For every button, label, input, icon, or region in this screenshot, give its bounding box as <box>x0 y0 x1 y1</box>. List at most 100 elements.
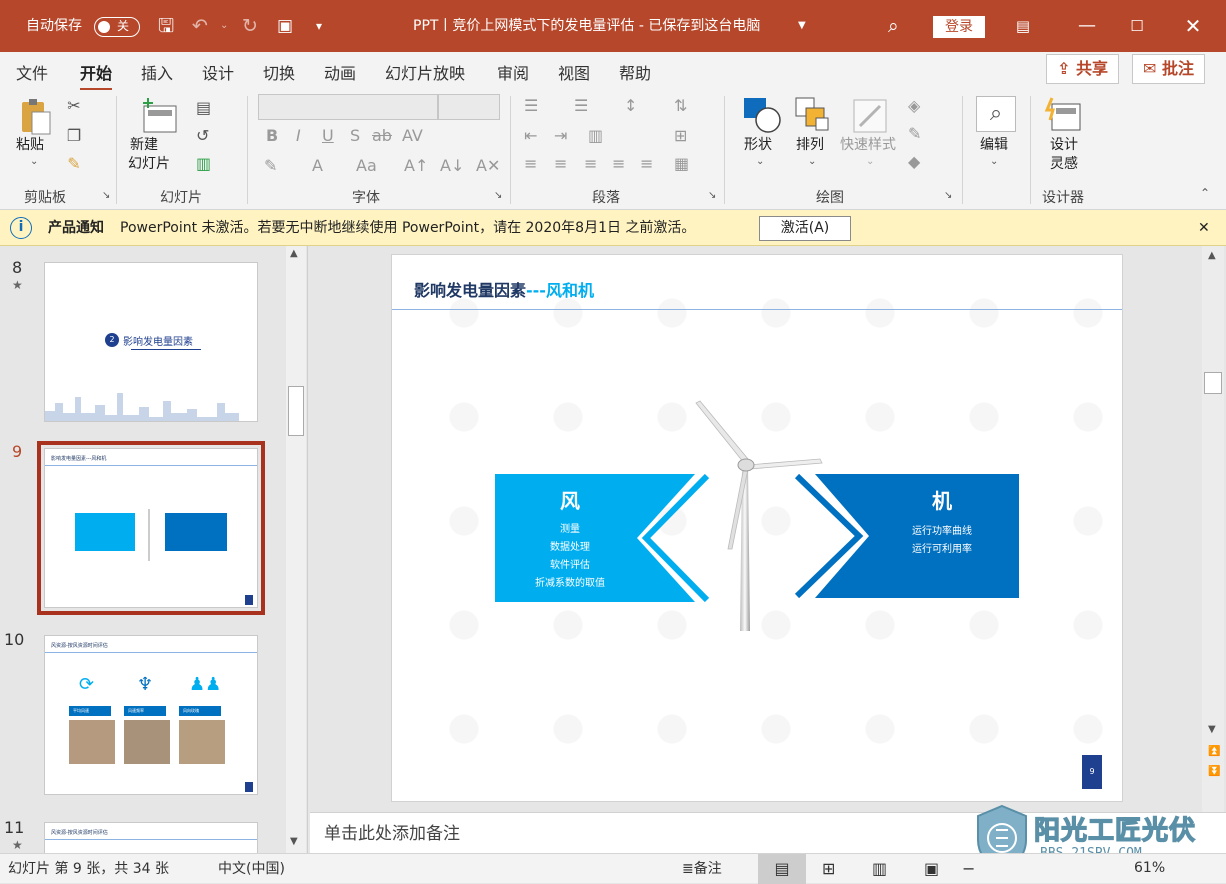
edit-label[interactable]: 编辑 <box>980 136 1008 155</box>
justify-icon[interactable]: ≡ <box>612 154 625 173</box>
design-ideas-label-1[interactable]: 设计 <box>1050 136 1078 155</box>
paste-icon[interactable] <box>18 98 54 138</box>
scrollbar-thumb[interactable] <box>1204 372 1222 394</box>
font-grow-icon[interactable]: A↑ <box>404 156 428 175</box>
scroll-up-icon[interactable]: ▲ <box>290 248 298 259</box>
search-icon[interactable]: ⌕ <box>888 0 899 52</box>
numbering-icon[interactable]: ☰ <box>574 96 588 115</box>
new-slide-label-1[interactable]: 新建 <box>130 136 158 155</box>
new-slide-icon[interactable] <box>140 96 180 136</box>
scroll-down-icon[interactable]: ▼ <box>1208 724 1216 735</box>
slide-title[interactable]: 影响发电量因素---风和机 <box>414 277 594 301</box>
save-icon[interactable]: 🖫 <box>158 0 174 52</box>
font-size-select[interactable] <box>438 94 500 120</box>
tab-view[interactable]: 视图 <box>558 60 590 84</box>
close-notification-icon[interactable]: ✕ <box>1198 210 1210 246</box>
tab-design[interactable]: 设计 <box>202 60 234 84</box>
document-title[interactable]: PPT丨竞价上网模式下的发电量评估 - 已保存到这台电脑 <box>413 0 760 52</box>
quick-style-dropdown-icon[interactable]: ⌄ <box>866 156 874 167</box>
zoom-level[interactable]: 61% <box>1134 853 1165 883</box>
quick-style-icon[interactable] <box>850 96 890 136</box>
scroll-down-icon[interactable]: ▼ <box>290 836 298 847</box>
clipboard-launcher-icon[interactable]: ↘ <box>102 190 110 201</box>
undo-dropdown-icon[interactable]: ⌄ <box>220 0 228 52</box>
font-family-select[interactable] <box>258 94 438 120</box>
char-spacing-icon[interactable]: AV <box>402 126 423 145</box>
smartart-icon[interactable]: ▦ <box>674 154 689 173</box>
tab-transitions[interactable]: 切换 <box>263 60 295 84</box>
language-indicator[interactable]: 中文(中国) <box>218 854 285 884</box>
comment-button[interactable]: ✉ 批注 <box>1132 54 1205 84</box>
bold-icon[interactable]: B <box>266 126 278 145</box>
font-shrink-icon[interactable]: A↓ <box>440 156 464 175</box>
change-case-icon[interactable]: Aa <box>356 156 377 175</box>
new-slide-label-2[interactable]: 幻灯片 <box>128 155 170 174</box>
shape-outline-icon[interactable]: ✎ <box>908 124 921 143</box>
slide-thumbnail-10[interactable]: 风资源-按风资源时间评估 ⟳ ♆ ♟♟ 平均风速 风速频率 风向玫瑰 <box>44 635 258 795</box>
normal-view-icon[interactable]: ▤ <box>758 854 806 884</box>
present-icon[interactable]: ▣ <box>277 0 293 52</box>
format-painter-icon[interactable]: ✎ <box>64 154 84 173</box>
strikethrough-icon[interactable]: ab <box>372 126 392 145</box>
tab-help[interactable]: 帮助 <box>619 60 651 84</box>
zoom-out-icon[interactable]: − <box>962 854 975 884</box>
tab-slideshow[interactable]: 幻灯片放映 <box>385 60 465 84</box>
shape-label[interactable]: 形状 <box>744 136 772 155</box>
customize-qat-icon[interactable]: ▾ <box>316 0 322 52</box>
decrease-indent-icon[interactable]: ⇤ <box>524 126 537 145</box>
turbine-heading[interactable]: 机 <box>872 485 1012 514</box>
paste-label[interactable]: 粘贴 <box>16 136 44 155</box>
shadow-icon[interactable]: S <box>350 126 360 145</box>
design-ideas-icon[interactable] <box>1044 96 1084 136</box>
slide-thumbnail-11[interactable]: 风资源-按风资源时间评估 <box>44 822 258 853</box>
shape-effects-icon[interactable]: ◆ <box>908 152 920 171</box>
design-ideas-label-2[interactable]: 灵感 <box>1050 155 1078 174</box>
slide-scrollbar[interactable]: ▲ ▼ ⏫ ⏬ <box>1202 246 1224 812</box>
tab-animations[interactable]: 动画 <box>324 60 356 84</box>
align-left-icon[interactable]: ≡ <box>524 154 537 173</box>
align-center-icon[interactable]: ≡ <box>554 154 567 173</box>
cut-icon[interactable]: ✂ <box>64 96 84 115</box>
sorter-view-icon[interactable]: ⊞ <box>822 854 835 884</box>
notes-toggle[interactable]: ≣备注 <box>682 854 722 884</box>
arrange-dropdown-icon[interactable]: ⌄ <box>808 156 816 167</box>
reading-view-icon[interactable]: ▥ <box>872 854 887 884</box>
wind-heading[interactable]: 风 <box>495 485 645 514</box>
wind-list[interactable]: 测量 数据处理 软件评估 折减系数的取值 <box>495 521 645 593</box>
increase-indent-icon[interactable]: ⇥ <box>554 126 567 145</box>
thumbnails-scrollbar[interactable]: ▲ ▼ <box>286 246 306 853</box>
font-launcher-icon[interactable]: ↘ <box>494 190 502 201</box>
share-button[interactable]: ⇪ 共享 <box>1046 54 1119 84</box>
arrange-label[interactable]: 排列 <box>796 136 824 155</box>
distribute-icon[interactable]: ≡ <box>640 154 653 173</box>
arrange-icon[interactable] <box>794 96 834 136</box>
section-icon[interactable]: ▥ <box>196 154 211 173</box>
minimize-icon[interactable]: — <box>1064 0 1110 52</box>
collapse-ribbon-icon[interactable]: ⌃ <box>1200 186 1210 200</box>
slideshow-view-icon[interactable]: ▣ <box>924 854 939 884</box>
next-slide-icon[interactable]: ⏬ <box>1208 766 1220 777</box>
shape-dropdown-icon[interactable]: ⌄ <box>756 156 764 167</box>
shape-icon[interactable] <box>742 96 782 136</box>
turbine-list[interactable]: 运行功率曲线 运行可利用率 <box>872 523 1012 559</box>
slide-canvas[interactable]: 影响发电量因素---风和机 风 测量 数据处理 软件评估 折减系数的取值 机 运… <box>391 254 1123 802</box>
align-right-icon[interactable]: ≡ <box>584 154 597 173</box>
tab-review[interactable]: 审阅 <box>497 60 529 84</box>
notes-placeholder[interactable]: 单击此处添加备注 <box>324 813 460 855</box>
previous-slide-icon[interactable]: ⏫ <box>1208 746 1220 757</box>
tab-file[interactable]: 文件 <box>16 60 48 84</box>
layout-icon[interactable]: ▤ <box>196 98 211 117</box>
find-icon[interactable]: ⌕ <box>976 96 1016 132</box>
italic-icon[interactable]: I <box>296 126 301 145</box>
drawing-launcher-icon[interactable]: ↘ <box>944 190 952 201</box>
text-direction-icon[interactable]: ⇅ <box>674 96 687 115</box>
line-spacing-icon[interactable]: ↕ <box>624 96 637 115</box>
scroll-up-icon[interactable]: ▲ <box>1208 250 1216 261</box>
align-text-icon[interactable]: ⊞ <box>674 126 687 145</box>
maximize-icon[interactable]: ☐ <box>1114 0 1160 52</box>
ribbon-display-icon[interactable]: ▤ <box>1000 0 1046 52</box>
slide-thumbnail-8[interactable]: 2 影响发电量因素 <box>44 262 258 422</box>
paste-dropdown-icon[interactable]: ⌄ <box>30 156 38 167</box>
reset-icon[interactable]: ↺ <box>196 126 209 145</box>
scrollbar-thumb[interactable] <box>288 386 304 436</box>
